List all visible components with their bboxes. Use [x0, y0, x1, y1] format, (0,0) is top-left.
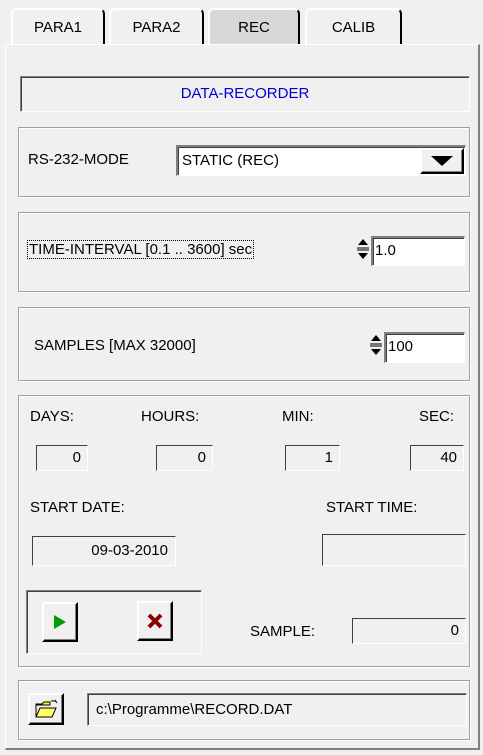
dropdown-button[interactable]: [420, 148, 464, 174]
time-interval-label: TIME-INTERVAL [0.1 .. 3600] sec: [26, 240, 255, 259]
start-time-readout: [322, 534, 466, 566]
tab-para2-label: PARA2: [132, 18, 181, 36]
start-record-button[interactable]: [42, 602, 78, 642]
rs232-mode-label: RS-232-MODE: [28, 151, 129, 168]
page-title-text: DATA-RECORDER: [180, 85, 310, 102]
time-interval-value: 1.0: [375, 242, 396, 259]
hours-readout: 0: [156, 445, 213, 471]
rs232-mode-value: STATIC (REC): [182, 152, 279, 169]
file-path-field: c:\Programme\RECORD.DAT: [87, 693, 467, 726]
hours-label: HOURS:: [141, 408, 200, 425]
file-path-text: c:\Programme\RECORD.DAT: [96, 701, 293, 718]
start-time-label: START TIME:: [326, 499, 418, 516]
min-label: MIN:: [282, 408, 314, 425]
samples-spin-icon[interactable]: [370, 334, 382, 356]
samples-value: 100: [388, 338, 414, 355]
play-icon: [54, 615, 66, 629]
time-interval-spin-icon[interactable]: [357, 238, 369, 260]
sample-readout: 0: [352, 618, 466, 644]
start-date-readout: 09-03-2010: [32, 536, 176, 566]
tab-para1[interactable]: PARA1: [11, 8, 105, 44]
page-title: DATA-RECORDER: [20, 76, 470, 112]
min-readout: 1: [285, 445, 340, 471]
chevron-down-icon: [431, 156, 453, 166]
start-date-label: START DATE:: [30, 499, 125, 516]
close-icon: [147, 613, 163, 629]
days-readout: 0: [36, 445, 88, 471]
tab-para1-label: PARA1: [33, 18, 83, 36]
sample-label: SAMPLE:: [250, 623, 316, 640]
tab-rec[interactable]: REC: [208, 8, 300, 44]
samples-label: SAMPLES [MAX 32000]: [34, 337, 196, 354]
stop-record-button[interactable]: [137, 601, 173, 641]
time-interval-input[interactable]: 1.0: [371, 236, 465, 266]
tab-calib-label: CALIB: [331, 18, 376, 36]
sec-label: SEC:: [419, 408, 455, 425]
tab-rec-label: REC: [238, 18, 270, 36]
open-file-button[interactable]: [28, 693, 64, 725]
tab-para2[interactable]: PARA2: [109, 8, 204, 44]
samples-input[interactable]: 100: [384, 332, 465, 363]
days-label: DAYS:: [30, 408, 74, 425]
sec-readout: 40: [410, 445, 464, 471]
tab-calib[interactable]: CALIB: [305, 8, 402, 44]
open-folder-icon: [35, 699, 58, 718]
